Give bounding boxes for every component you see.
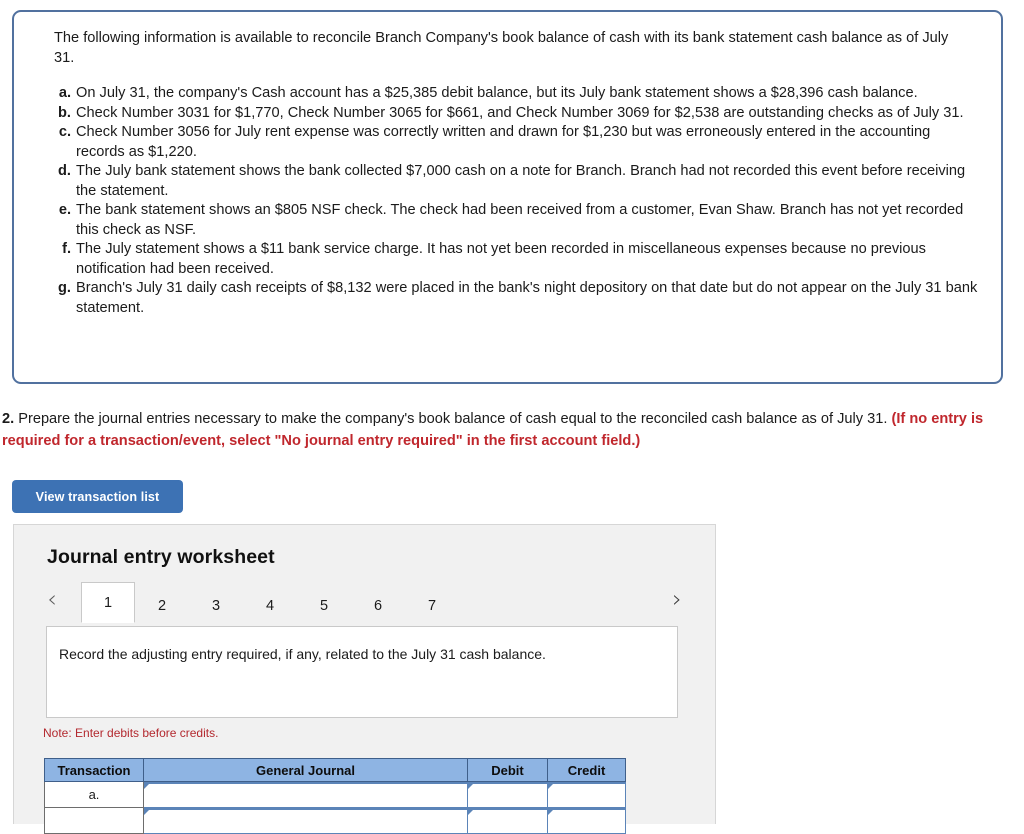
list-item-marker: e. — [58, 202, 71, 218]
list-item-marker: f. — [62, 241, 71, 257]
table-header-row: Transaction General Journal Debit Credit — [44, 758, 626, 782]
list-item-marker: g. — [58, 280, 71, 296]
column-header-credit: Credit — [547, 758, 626, 782]
tab-7[interactable]: 7 — [405, 587, 459, 623]
list-item-marker: c. — [58, 124, 71, 140]
intro-paragraph: The following information is available t… — [54, 30, 949, 66]
question-text: Prepare the journal entries necessary to… — [18, 411, 888, 427]
list-item: f. The July statement shows a $11 bank s… — [54, 240, 979, 279]
list-item-marker: d. — [58, 163, 71, 179]
list-item: a. On July 31, the company's Cash accoun… — [54, 84, 979, 104]
worksheet-instruction-box: Record the adjusting entry required, if … — [46, 626, 678, 718]
list-item: b. Check Number 3031 for $1,770, Check N… — [54, 104, 979, 124]
information-panel-body: The following information is available t… — [14, 12, 1001, 318]
worksheet-tabstrip: ‹ 1 2 3 4 5 6 7 › — [33, 577, 691, 623]
column-header-transaction: Transaction — [44, 758, 144, 782]
list-item-text: The July statement shows a $11 bank serv… — [76, 241, 926, 277]
list-item-text: The bank statement shows an $805 NSF che… — [76, 202, 964, 238]
column-header-debit: Debit — [467, 758, 548, 782]
list-item: d. The July bank statement shows the ban… — [54, 162, 979, 201]
tab-3[interactable]: 3 — [189, 587, 243, 623]
cell-credit-input[interactable] — [547, 781, 626, 808]
cell-general-journal-dropdown[interactable] — [143, 781, 468, 808]
information-panel: The following information is available t… — [12, 10, 1003, 384]
cell-transaction: a. — [44, 781, 144, 808]
list-item-text: Check Number 3031 for $1,770, Check Numb… — [76, 104, 964, 121]
debits-before-credits-note: Note: Enter debits before credits. — [43, 726, 219, 740]
tab-4[interactable]: 4 — [243, 587, 297, 623]
list-item-text: Check Number 3056 for July rent expense … — [76, 124, 931, 160]
tab-1[interactable]: 1 — [81, 582, 135, 623]
list-item-marker: b. — [58, 104, 71, 121]
list-item: e. The bank statement shows an $805 NSF … — [54, 201, 979, 240]
journal-entry-table: Transaction General Journal Debit Credit… — [44, 758, 626, 834]
question-number: 2. — [2, 411, 15, 427]
table-row: a. — [44, 781, 626, 808]
list-item-text: On July 31, the company's Cash account h… — [76, 85, 918, 101]
cell-general-journal-dropdown[interactable] — [143, 807, 468, 834]
question-2-prompt: 2. Prepare the journal entries necessary… — [2, 409, 1006, 452]
list-item-marker: a. — [58, 85, 71, 101]
column-header-general-journal: General Journal — [143, 758, 468, 782]
tab-5[interactable]: 5 — [297, 587, 351, 623]
list-item: g. Branch's July 31 daily cash receipts … — [54, 279, 979, 318]
list-item-text: The July bank statement shows the bank c… — [76, 163, 966, 199]
view-transaction-list-button[interactable]: View transaction list — [12, 480, 183, 513]
facts-list: a. On July 31, the company's Cash accoun… — [54, 84, 979, 318]
cell-transaction — [44, 807, 144, 834]
chevron-right-icon[interactable]: › — [666, 586, 688, 612]
worksheet-instruction-text: Record the adjusting entry required, if … — [59, 646, 546, 662]
tab-2[interactable]: 2 — [135, 587, 189, 623]
worksheet-tabs: 1 2 3 4 5 6 7 — [81, 577, 459, 623]
list-item-text: Branch's July 31 daily cash receipts of … — [76, 280, 978, 316]
list-item: c. Check Number 3056 for July rent expen… — [54, 123, 979, 162]
table-row — [44, 807, 626, 834]
chevron-left-icon[interactable]: ‹ — [41, 586, 63, 612]
cell-credit-input[interactable] — [547, 807, 626, 834]
cell-debit-input[interactable] — [467, 807, 548, 834]
tab-6[interactable]: 6 — [351, 587, 405, 623]
cell-debit-input[interactable] — [467, 781, 548, 808]
worksheet-title: Journal entry worksheet — [47, 546, 275, 568]
